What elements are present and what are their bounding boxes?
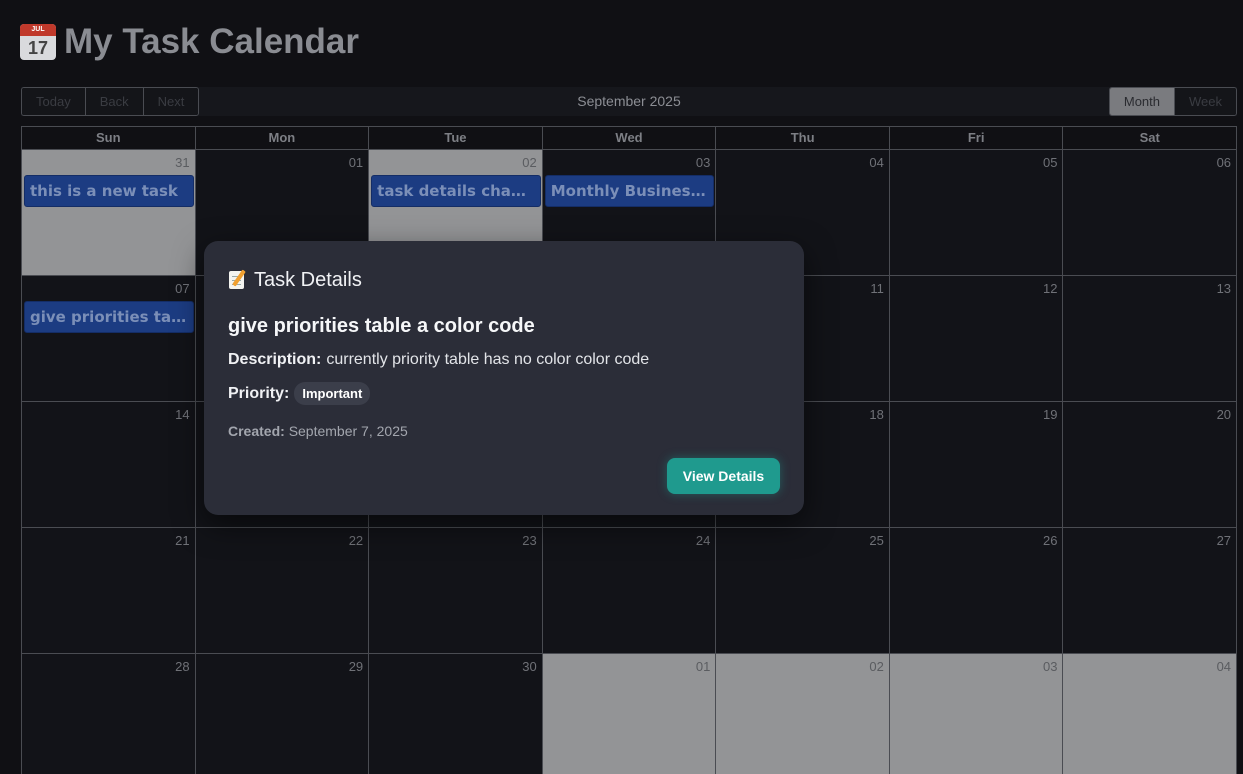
weekday-header-row: Sun Mon Tue Wed Thu Fri Sat [22, 127, 1238, 150]
calendar-event[interactable]: give priorities table ... [24, 301, 194, 333]
day-number[interactable]: 24 [696, 533, 710, 548]
day-number[interactable]: 31 [175, 155, 189, 170]
day-number[interactable]: 19 [1043, 407, 1057, 422]
modal-title: Task Details [254, 268, 362, 291]
day-cell[interactable]: 24 [542, 528, 717, 654]
weekday-header: Thu [716, 127, 890, 150]
weekday-header: Sat [1063, 127, 1238, 150]
day-number[interactable]: 20 [1217, 407, 1231, 422]
created-row: Created: September 7, 2025 [228, 423, 780, 439]
day-number[interactable]: 12 [1043, 281, 1057, 296]
task-details-modal: Task Details give priorities table a col… [204, 241, 804, 515]
description-label: Description: [228, 351, 322, 368]
day-cell[interactable]: 13 [1063, 276, 1238, 402]
day-number[interactable]: 03 [1043, 659, 1057, 674]
day-number[interactable]: 25 [869, 533, 883, 548]
day-number[interactable]: 26 [1043, 533, 1057, 548]
weekday-header: Wed [542, 127, 717, 150]
weekday-header: Tue [369, 127, 543, 150]
day-number[interactable]: 01 [696, 659, 710, 674]
task-name: give priorities table a color code [228, 315, 535, 337]
description-value: currently priority table has no color co… [326, 351, 650, 368]
modal-header: Task Details [228, 265, 780, 295]
day-number[interactable]: 18 [869, 407, 883, 422]
day-number[interactable]: 27 [1217, 533, 1231, 548]
current-period-label: September 2025 [577, 93, 681, 109]
day-cell[interactable]: 05 [889, 150, 1064, 276]
calendar-toolbar: Today Back Next September 2025 Month Wee… [21, 87, 1237, 116]
next-button[interactable]: Next [143, 88, 199, 115]
description-row: Description: currently priority table ha… [228, 351, 780, 369]
day-cell[interactable]: 02 [716, 654, 890, 774]
created-value: September 7, 2025 [288, 423, 408, 439]
day-cell[interactable]: 29 [195, 654, 370, 774]
priority-label: Priority: [228, 384, 290, 402]
view-button-group: Month Week [1108, 87, 1237, 116]
day-number[interactable]: 07 [175, 281, 189, 296]
day-number[interactable]: 02 [522, 155, 536, 170]
day-number[interactable]: 28 [175, 659, 189, 674]
today-button[interactable]: Today [22, 88, 86, 115]
calendar-event[interactable]: Monthly Business O... [544, 175, 715, 207]
priority-row: Priority: Important [228, 382, 780, 405]
priority-badge: Important [294, 382, 371, 405]
day-cell[interactable]: 21 [22, 528, 196, 654]
day-number[interactable]: 11 [870, 281, 884, 296]
day-number[interactable]: 04 [1217, 659, 1231, 674]
created-label: Created: [228, 423, 285, 439]
day-number[interactable]: 13 [1217, 281, 1231, 296]
day-number[interactable]: 03 [696, 155, 710, 170]
day-number[interactable]: 30 [522, 659, 536, 674]
day-cell[interactable]: 20 [1063, 402, 1238, 528]
calendar-icon-day: 17 [27, 38, 49, 58]
day-cell[interactable]: 12 [889, 276, 1064, 402]
day-number[interactable]: 21 [175, 533, 189, 548]
navigation-button-group: Today Back Next [21, 87, 200, 116]
month-view-button[interactable]: Month [1109, 88, 1175, 115]
day-cell[interactable]: 30 [369, 654, 543, 774]
day-number[interactable]: 04 [869, 155, 883, 170]
day-number[interactable]: 06 [1217, 155, 1231, 170]
memo-icon [228, 269, 248, 291]
day-cell[interactable]: 26 [889, 528, 1064, 654]
day-cell[interactable]: 01 [542, 654, 717, 774]
day-number[interactable]: 01 [349, 155, 363, 170]
weekday-header: Fri [889, 127, 1064, 150]
week-view-button[interactable]: Week [1175, 88, 1236, 115]
day-cell[interactable]: 07 give priorities table ... [22, 276, 196, 402]
day-cell[interactable]: 04 [1063, 654, 1238, 774]
day-cell[interactable]: 28 [22, 654, 196, 774]
day-number[interactable]: 29 [349, 659, 363, 674]
page: JUL 17 My Task Calendar Today Back Next … [0, 0, 1243, 774]
day-cell[interactable]: 23 [369, 528, 543, 654]
app-header: JUL 17 My Task Calendar [20, 20, 359, 64]
day-cell[interactable]: 14 [22, 402, 196, 528]
week-row: 21 22 23 24 25 26 27 [22, 528, 1238, 654]
calendar-event[interactable]: task details change ... [371, 175, 541, 207]
day-number[interactable]: 22 [349, 533, 363, 548]
day-number[interactable]: 02 [869, 659, 883, 674]
weekday-header: Mon [195, 127, 370, 150]
calendar-icon: JUL 17 [20, 24, 56, 60]
calendar-event[interactable]: this is a new task [24, 175, 194, 207]
day-number[interactable]: 05 [1043, 155, 1057, 170]
day-cell[interactable]: 22 [195, 528, 370, 654]
week-row: 28 29 30 01 02 03 04 [22, 654, 1238, 774]
day-cell[interactable]: 25 [716, 528, 890, 654]
day-cell[interactable]: 19 [889, 402, 1064, 528]
day-cell[interactable]: 06 [1063, 150, 1238, 276]
back-button[interactable]: Back [85, 88, 144, 115]
calendar-icon-month: JUL [20, 24, 56, 36]
day-number[interactable]: 23 [522, 533, 536, 548]
day-cell[interactable]: 27 [1063, 528, 1238, 654]
page-title: My Task Calendar [64, 22, 360, 61]
day-cell[interactable]: 03 [889, 654, 1064, 774]
day-number[interactable]: 14 [175, 407, 189, 422]
day-cell[interactable]: 31 this is a new task [22, 150, 196, 276]
weekday-header: Sun [22, 127, 196, 150]
view-details-button[interactable]: View Details [667, 458, 780, 494]
